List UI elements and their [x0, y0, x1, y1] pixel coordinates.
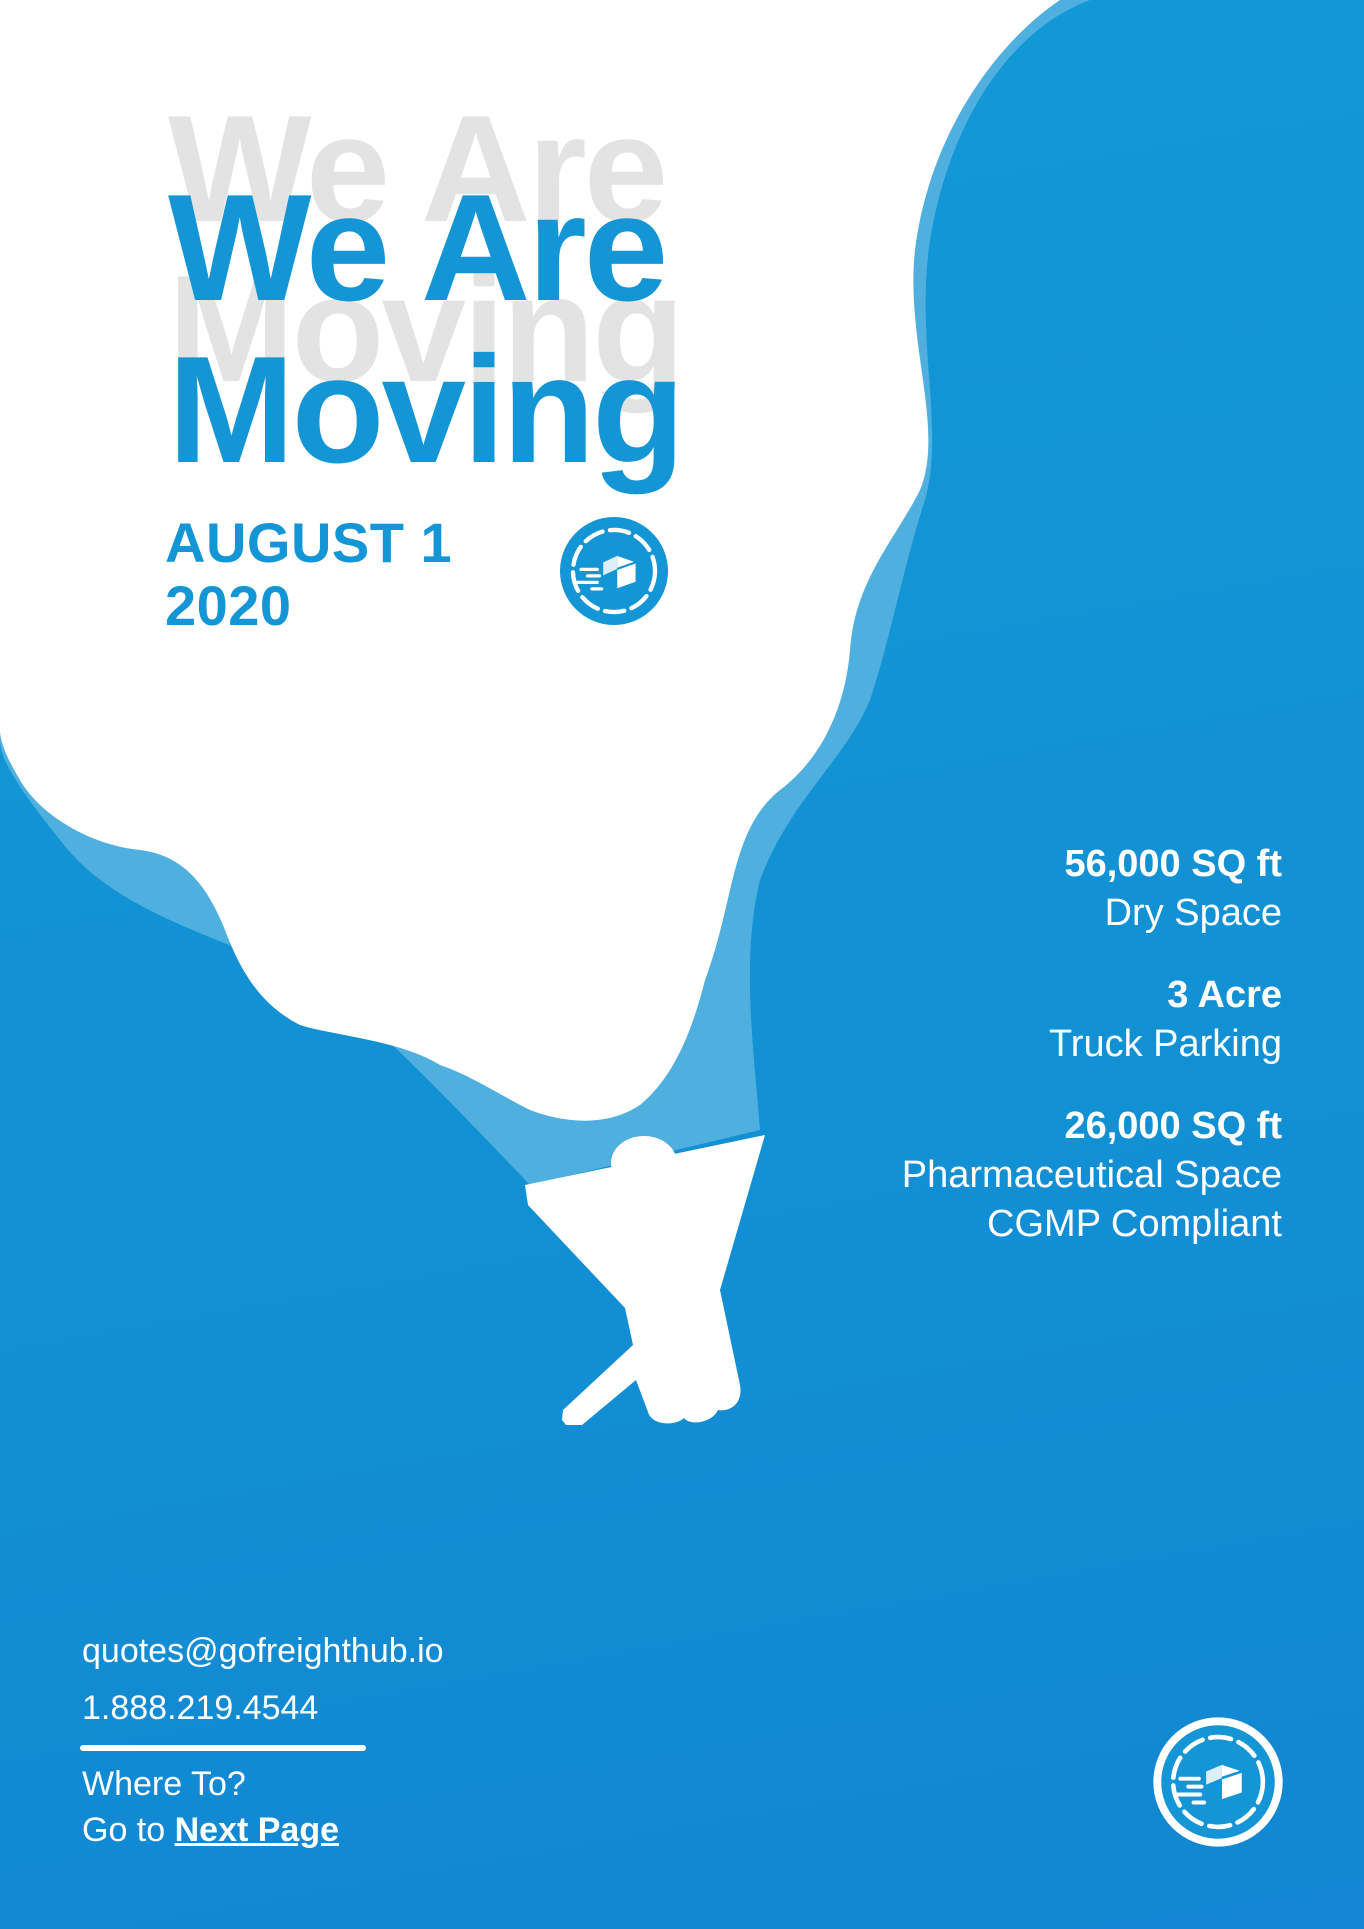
move-date-line2: 2020 — [165, 573, 292, 637]
headline-line2: Moving — [168, 325, 685, 495]
move-date-line1: AUGUST 1 — [165, 511, 453, 574]
spec-dry-space: 56,000 SQ ft Dry Space — [902, 840, 1282, 939]
spec-truck-parking-title: 3 Acre — [1167, 973, 1282, 1016]
hand-holding-speech-bubble-icon — [525, 1135, 765, 1425]
spec-pharmaceutical-title: 26,000 SQ ft — [1064, 1104, 1282, 1147]
phone-number[interactable]: 1.888.219.4544 — [82, 1679, 444, 1737]
moving-box-logo-icon — [560, 517, 668, 625]
footer-moving-box-logo-icon — [1153, 1717, 1283, 1847]
spec-truck-parking-label: Truck Parking — [1049, 1023, 1282, 1066]
contact-block: quotes@gofreighthub.io 1.888.219.4544 Wh… — [80, 1623, 444, 1853]
headline-line1: We Are — [168, 163, 668, 333]
spec-dry-space-title: 56,000 SQ ft — [1064, 843, 1282, 885]
next-page-link[interactable]: Next Page — [175, 1811, 339, 1849]
go-to-line: Go to Next Page — [82, 1807, 444, 1853]
poster: We Are Moving We Are Moving AUGUST 1 202… — [0, 0, 1364, 1929]
contact-divider — [80, 1745, 366, 1751]
where-to-text: Where To? — [82, 1765, 246, 1803]
spec-pharmaceutical-label: Pharmaceutical Space — [901, 1153, 1282, 1196]
move-date: AUGUST 1 2020 — [165, 511, 453, 637]
spec-cgmp-label: CGMP Compliant — [987, 1203, 1282, 1246]
go-to-prefix: Go to — [82, 1811, 175, 1849]
facility-specs: 56,000 SQ ft Dry Space 3 Acre Truck Park… — [902, 840, 1282, 1282]
spec-pharmaceutical-space: 26,000 SQ ft Pharmaceutical Space CGMP C… — [902, 1102, 1282, 1250]
email-link[interactable]: quotes@gofreighthub.io — [82, 1623, 444, 1679]
spec-dry-space-label: Dry Space — [1104, 892, 1282, 935]
spec-truck-parking: 3 Acre Truck Parking — [902, 971, 1282, 1070]
